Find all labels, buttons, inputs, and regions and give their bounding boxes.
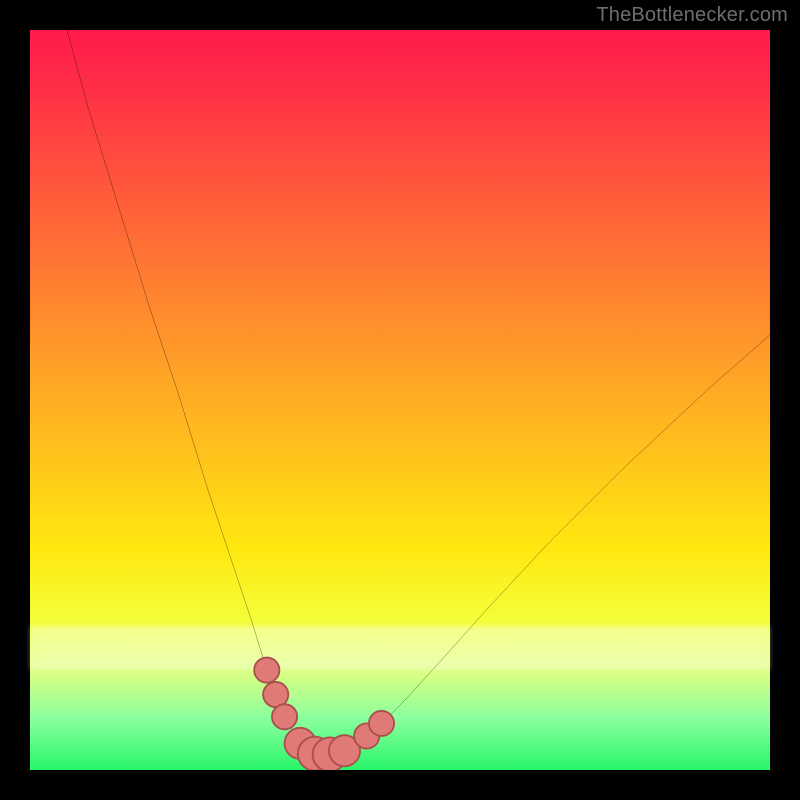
- curve-marker: [254, 658, 279, 683]
- curve-marker: [369, 711, 394, 736]
- plot-area: [30, 30, 770, 770]
- chart-frame: TheBottlenecker.com: [0, 0, 800, 800]
- curve-marker: [272, 704, 297, 729]
- bottleneck-curve: [67, 30, 770, 755]
- curve-overlay: [30, 30, 770, 770]
- watermark-text: TheBottlenecker.com: [596, 4, 788, 27]
- curve-markers: [254, 658, 394, 770]
